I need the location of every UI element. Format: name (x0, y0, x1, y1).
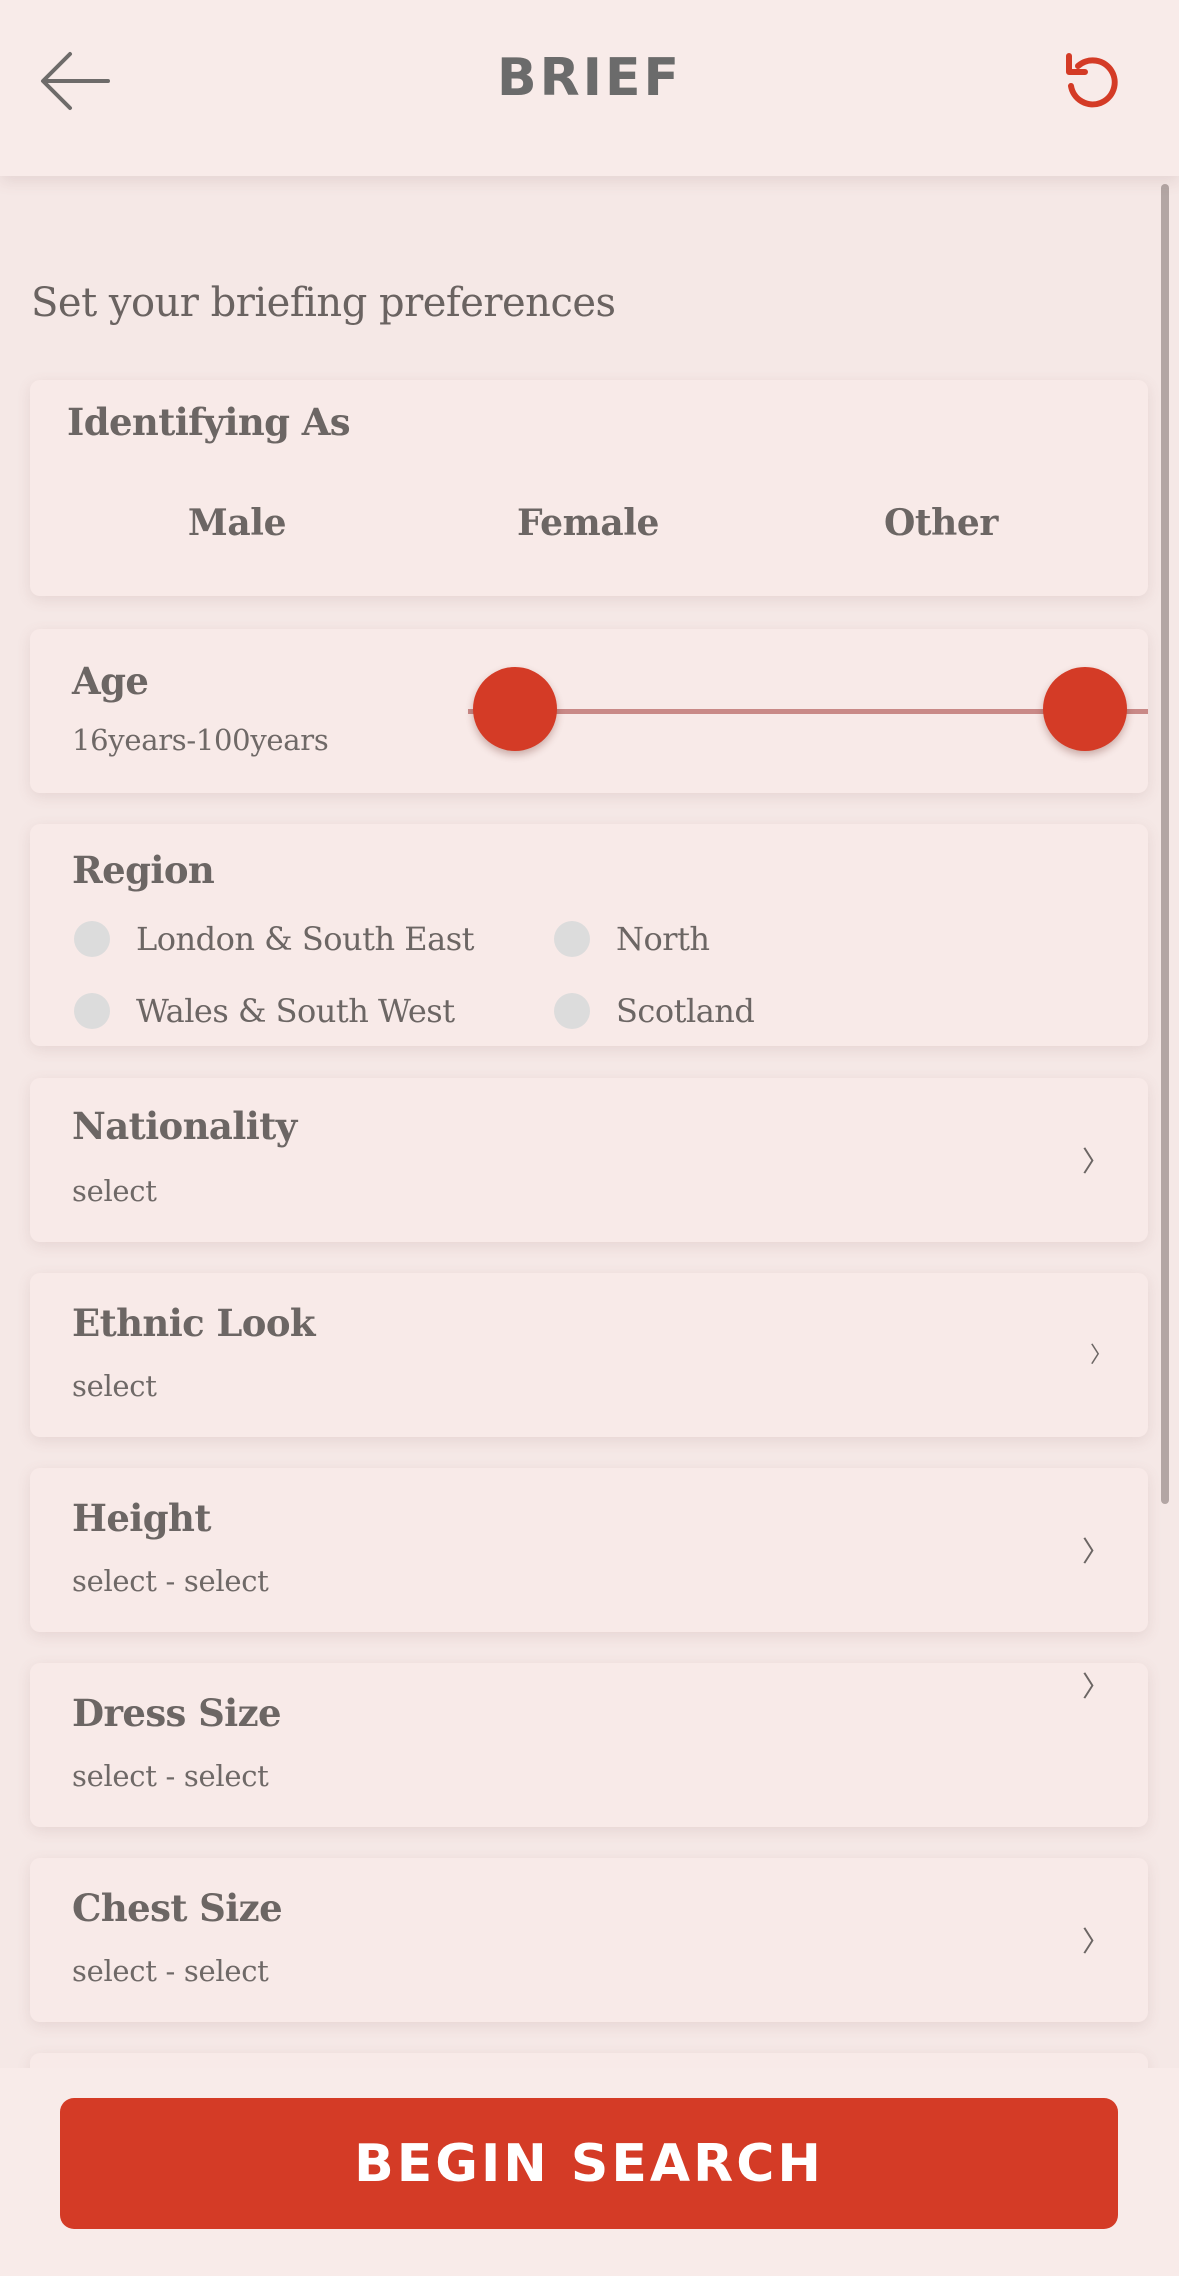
app-header: BRIEF (0, 0, 1179, 176)
radio-button[interactable] (74, 921, 110, 957)
radio-button[interactable] (554, 993, 590, 1029)
region-option-label: Scotland (616, 992, 755, 1030)
section-title: Set your briefing preferences (31, 280, 616, 326)
dress-size-row[interactable]: Dress Size select - select 〉 (30, 1663, 1148, 1827)
region-option-label: Wales & South West (136, 992, 455, 1030)
identifying-as-label: Identifying As (67, 400, 351, 444)
dress-size-value: select - select (72, 1759, 269, 1793)
nationality-label: Nationality (72, 1104, 297, 1148)
chest-size-row[interactable]: Chest Size select - select 〉 (30, 1858, 1148, 2022)
ethnic-look-row[interactable]: Ethnic Look select 〉 (30, 1273, 1148, 1437)
ethnic-look-label: Ethnic Look (72, 1301, 316, 1345)
region-option-london[interactable]: London & South East (74, 920, 474, 958)
chest-size-label: Chest Size (72, 1886, 283, 1930)
dress-size-label: Dress Size (72, 1691, 282, 1735)
age-max-thumb[interactable] (1043, 667, 1127, 751)
region-option-north[interactable]: North (554, 920, 710, 958)
chevron-right-icon: 〉 (1082, 1925, 1111, 1958)
radio-button[interactable] (74, 993, 110, 1029)
gender-option-female[interactable]: Female (438, 502, 738, 544)
begin-search-button[interactable]: BEGIN SEARCH (60, 2098, 1118, 2229)
reset-button[interactable] (1062, 48, 1122, 112)
chevron-right-icon: 〉 (1082, 1670, 1111, 1703)
region-option-label: London & South East (136, 920, 474, 958)
region-option-wales[interactable]: Wales & South West (74, 992, 455, 1030)
age-range-text: 16years-100years (72, 723, 329, 757)
gender-option-male[interactable]: Male (87, 502, 387, 544)
height-value: select - select (72, 1564, 269, 1598)
identifying-as-card: Identifying As Male Female Other (30, 380, 1148, 596)
age-min-thumb[interactable] (473, 667, 557, 751)
page-title: BRIEF (496, 48, 683, 108)
nationality-value: select (72, 1174, 157, 1208)
footer-bar: BEGIN SEARCH (0, 2068, 1179, 2276)
ethnic-look-value: select (72, 1369, 157, 1403)
age-label: Age (72, 659, 149, 703)
region-label: Region (72, 848, 215, 892)
gender-option-other[interactable]: Other (791, 502, 1091, 544)
chevron-right-icon: 〉 (1090, 1343, 1113, 1368)
height-row[interactable]: Height select - select 〉 (30, 1468, 1148, 1632)
chest-size-value: select - select (72, 1954, 269, 1988)
chevron-right-icon: 〉 (1082, 1535, 1111, 1568)
radio-button[interactable] (554, 921, 590, 957)
refresh-icon (1066, 53, 1118, 108)
region-option-label: North (616, 920, 710, 958)
region-option-scotland[interactable]: Scotland (554, 992, 755, 1030)
height-label: Height (72, 1496, 211, 1540)
region-card: Region London & South East North Wales &… (30, 824, 1148, 1046)
chevron-right-icon: 〉 (1082, 1145, 1111, 1178)
age-card: Age 16years-100years (30, 629, 1148, 793)
scrollbar[interactable] (1161, 184, 1169, 1504)
nationality-row[interactable]: Nationality select 〉 (30, 1078, 1148, 1242)
